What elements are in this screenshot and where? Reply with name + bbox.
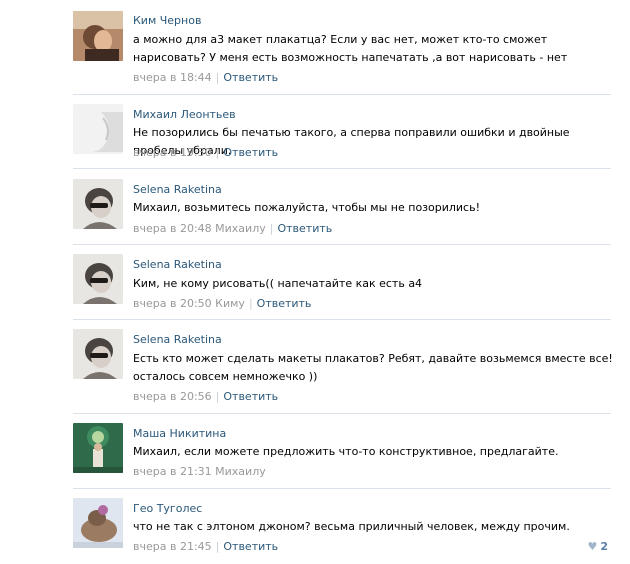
comment-divider (73, 168, 611, 169)
comment-time[interactable]: вчера в 19:30 (133, 146, 212, 159)
comment-divider (73, 488, 611, 489)
meta-separator: | (248, 297, 253, 310)
comment-meta: вчера в 19:30 | Ответить (133, 146, 278, 159)
comment-divider (73, 413, 611, 414)
comment-time[interactable]: вчера в 21:45 (133, 540, 212, 553)
avatar[interactable] (73, 104, 123, 154)
avatar[interactable] (73, 423, 123, 473)
like-count: 2 (600, 540, 608, 553)
avatar[interactable] (73, 179, 123, 229)
comment-time[interactable]: вчера в 21:31 (133, 465, 212, 478)
comment-text: Ким, не кому рисовать(( напечатайте как … (133, 277, 423, 290)
comment-time[interactable]: вчера в 18:44 (133, 71, 212, 84)
reply-link[interactable]: Ответить (223, 146, 278, 159)
comment-divider (73, 94, 611, 95)
meta-separator: | (215, 71, 220, 84)
comment-time[interactable]: вчера в 20:56 (133, 390, 212, 403)
comment-recipient[interactable]: Михаилу (215, 465, 266, 478)
avatar[interactable] (73, 329, 123, 379)
comment-meta: вчера в 18:44 | Ответить (133, 71, 278, 84)
comment-recipient[interactable]: Киму (215, 297, 245, 310)
reply-link[interactable]: Ответить (223, 71, 278, 84)
comment-author[interactable]: Михаил Леонтьев (133, 108, 236, 121)
comment-meta: вчера в 21:31 Михаилу (133, 465, 266, 478)
like-button[interactable]: ♥ 2 (587, 540, 608, 553)
comment-recipient[interactable]: Михаилу (215, 222, 266, 235)
comment-time[interactable]: вчера в 20:48 (133, 222, 212, 235)
comment-text: а можно для а3 макет плакатца? Если у ва… (133, 33, 568, 64)
meta-separator: | (215, 146, 220, 159)
comment-author[interactable]: Selena Raketina (133, 333, 222, 346)
avatar[interactable] (73, 498, 123, 548)
comment-meta: вчера в 20:48 Михаилу | Ответить (133, 222, 332, 235)
reply-link[interactable]: Ответить (223, 390, 278, 403)
comment-meta: вчера в 20:56 | Ответить (133, 390, 278, 403)
comment-meta: вчера в 21:45 | Ответить (133, 540, 278, 553)
reply-link[interactable]: Ответить (257, 297, 312, 310)
comment-divider (73, 319, 611, 320)
reply-link[interactable]: Ответить (223, 540, 278, 553)
comment-author[interactable]: Ким Чернов (133, 14, 201, 27)
comment-divider (73, 244, 611, 245)
meta-separator: | (269, 222, 274, 235)
comment-text: Михаил, возьмитесь пожалуйста, чтобы мы … (133, 201, 480, 214)
comment-text: что не так с элтоном джоном? весьма прил… (133, 520, 570, 533)
comment-author[interactable]: Selena Raketina (133, 183, 222, 196)
comment-time[interactable]: вчера в 20:50 (133, 297, 212, 310)
comment-author[interactable]: Маша Никитина (133, 427, 226, 440)
reply-link[interactable]: Ответить (277, 222, 332, 235)
comment-author[interactable]: Гео Туголес (133, 502, 202, 515)
comment-text: Есть кто может сделать макеты плакатов? … (133, 352, 613, 383)
heart-icon: ♥ (587, 540, 598, 553)
comment-author[interactable]: Selena Raketina (133, 258, 222, 271)
comment-text: Михаил, если можете предложить что-то ко… (133, 445, 559, 458)
avatar[interactable] (73, 11, 123, 61)
comment-meta: вчера в 20:50 Киму | Ответить (133, 297, 311, 310)
avatar[interactable] (73, 254, 123, 304)
meta-separator: | (215, 390, 220, 403)
meta-separator: | (215, 540, 220, 553)
